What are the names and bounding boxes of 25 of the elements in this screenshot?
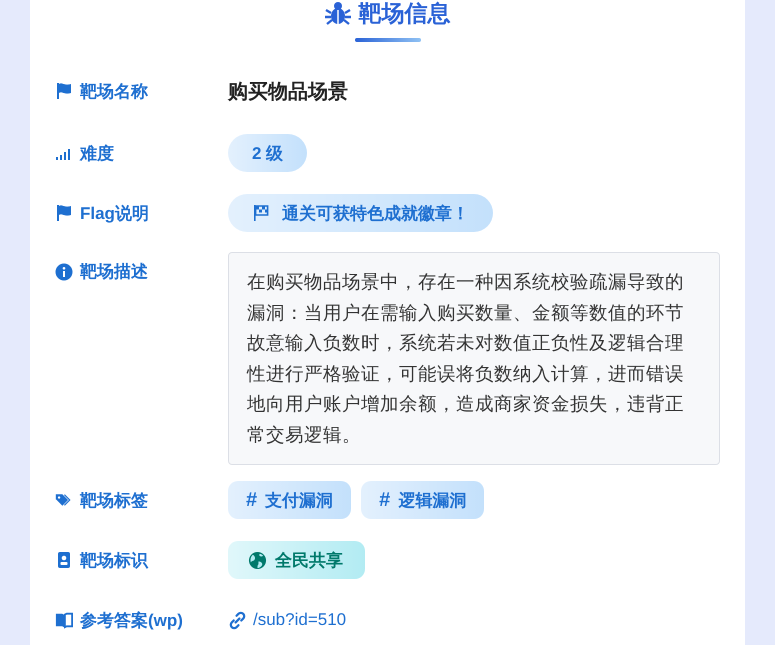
tag-chip[interactable]: # 逻辑漏洞 [361,481,484,519]
globe-icon [248,550,267,570]
info-icon [55,262,73,280]
field-label: 参考答案(wp) [80,610,183,632]
book-icon [55,611,73,629]
field-label: 靶场描述 [80,261,148,283]
field-label: 靶场名称 [80,80,148,102]
range-name: 购买物品场景 [228,80,348,104]
tag-chip[interactable]: # 支付漏洞 [228,481,352,519]
id-badge-icon [55,551,73,569]
level-badge: 2 级 [228,134,308,172]
flag-text: 通关可获特色成就徽章！ [282,202,469,224]
description-text: 在购买物品场景中，存在一种因系统校验疏漏导致的漏洞：当用户在需输入购买数量、金额等数值的环节故意输入负数时，系统若未对数值正负性及逻辑合理性进行严格验证，可能误将负数纳入计算，进而错误地向用户账户增加余额，造成商家资金损失，违背正常交易逻辑。 [228,252,720,465]
answer-link[interactable]: /sub?id=510 [228,610,346,630]
flag-icon [55,204,73,222]
title-underline [354,38,420,42]
identity-badge: 全民共享 [228,541,365,579]
field-label: 靶场标签 [80,490,148,512]
checkered-flag-icon [252,204,270,222]
field-label: 难度 [80,142,114,164]
field-label: 靶场标识 [80,550,148,572]
flag-icon [55,82,73,100]
link-icon [228,610,247,630]
field-label: Flag说明 [80,202,149,224]
page-title: 靶场信息 [358,0,450,28]
